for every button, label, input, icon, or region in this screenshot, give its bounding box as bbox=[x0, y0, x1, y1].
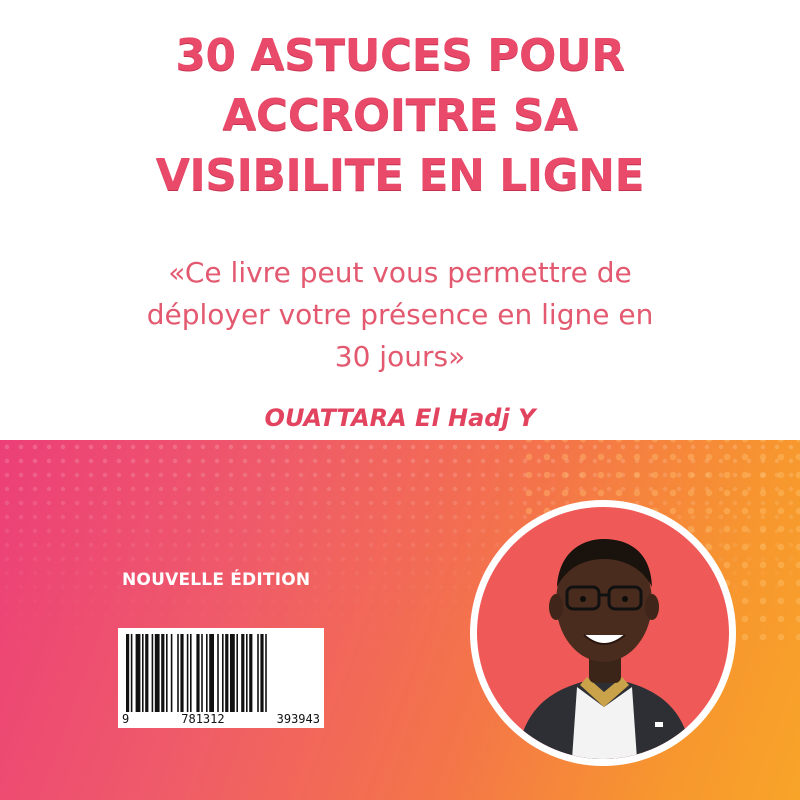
lapel-pin bbox=[655, 722, 663, 727]
barcode-bar bbox=[196, 634, 200, 712]
quote-line: 30 jours» bbox=[334, 340, 466, 373]
barcode-bar bbox=[154, 634, 160, 712]
barcode-bar bbox=[241, 634, 245, 712]
barcode-bar bbox=[246, 634, 248, 712]
barcode-bar bbox=[236, 634, 238, 712]
barcode-bar bbox=[257, 634, 259, 712]
author-photo bbox=[477, 507, 729, 759]
barcode-bar bbox=[217, 634, 219, 712]
barcode-group-1: 781312 bbox=[179, 712, 227, 726]
barcode-bar bbox=[225, 634, 229, 712]
barcode-bar bbox=[222, 634, 224, 712]
barcode-bar bbox=[265, 634, 267, 712]
eye-left bbox=[580, 596, 586, 602]
ear-shape bbox=[549, 594, 563, 620]
barcode-bar bbox=[249, 634, 253, 712]
barcode-bar bbox=[206, 634, 208, 712]
barcode-bar bbox=[209, 634, 214, 712]
barcode-bar bbox=[130, 634, 133, 712]
barcode-bar bbox=[135, 634, 141, 712]
barcode: 9 781312 393943 bbox=[118, 628, 324, 728]
barcode-bar bbox=[126, 634, 130, 712]
book-title: 30 ASTUCES POUR ACCROITRE SA VISIBILITE … bbox=[0, 26, 800, 206]
author-name: OUATTARA El Hadj Y bbox=[264, 404, 536, 432]
barcode-bar bbox=[166, 634, 168, 712]
title-line: ACCROITRE SA bbox=[222, 90, 578, 141]
person-illustration bbox=[517, 539, 692, 759]
barcode-bar bbox=[161, 634, 165, 712]
barcode-bar bbox=[151, 634, 154, 712]
barcode-bar bbox=[170, 634, 173, 712]
barcode-lead-digit: 9 bbox=[120, 712, 132, 726]
barcode-bar bbox=[260, 634, 264, 712]
eye-right bbox=[622, 596, 628, 602]
author-photo-frame bbox=[470, 500, 736, 766]
barcode-bar bbox=[142, 634, 144, 712]
ear-shape bbox=[645, 594, 659, 620]
quote-line: déployer votre présence en ligne en bbox=[146, 298, 654, 331]
barcode-bar bbox=[201, 634, 203, 712]
barcode-digits: 9 781312 393943 bbox=[120, 712, 322, 726]
barcode-bar bbox=[145, 634, 149, 712]
barcode-bar bbox=[180, 634, 184, 712]
barcode-bar bbox=[190, 634, 192, 712]
quote-line: «Ce livre peut vous permettre de bbox=[168, 256, 632, 289]
barcode-bar bbox=[230, 634, 235, 712]
barcode-group-2: 393943 bbox=[274, 712, 322, 726]
edition-label: NOUVELLE ÉDITION bbox=[122, 570, 311, 590]
book-quote: «Ce livre peut vous permettre de déploye… bbox=[60, 252, 740, 378]
barcode-bar bbox=[177, 634, 179, 712]
title-line: 30 ASTUCES POUR bbox=[175, 30, 625, 81]
barcode-bar bbox=[186, 634, 189, 712]
title-line: VISIBILITE EN LIGNE bbox=[155, 150, 645, 201]
